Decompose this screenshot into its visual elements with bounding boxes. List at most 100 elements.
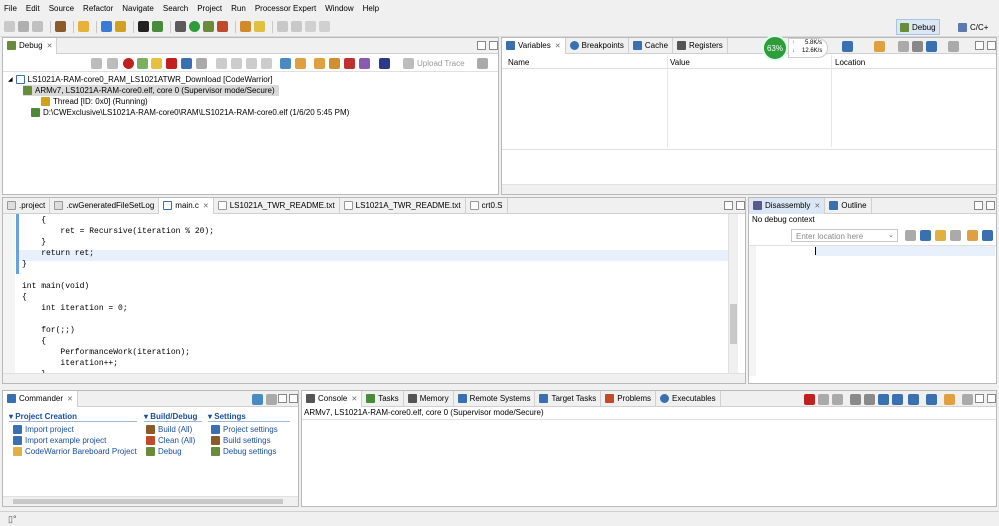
- view-menu-icon[interactable]: [962, 394, 973, 405]
- open-type-icon[interactable]: [240, 21, 251, 32]
- remove-all-icon[interactable]: [107, 58, 118, 69]
- remove-icon[interactable]: [91, 58, 102, 69]
- save-icon[interactable]: [18, 21, 29, 32]
- flash-icon[interactable]: [115, 21, 126, 32]
- tree-item-elf[interactable]: D:\CWExclusive\LS1021A-RAM-core0\RAM\LS1…: [31, 107, 349, 118]
- back-icon[interactable]: [305, 21, 316, 32]
- tree-item-launch[interactable]: ◢ LS1021A-RAM-core0_RAM_LS1021ATWR_Downl…: [8, 74, 273, 85]
- tab-crt0[interactable]: crt0.S: [466, 197, 508, 214]
- tab-executables[interactable]: Executables: [656, 390, 721, 407]
- location-input[interactable]: Enter location here ⌄: [791, 229, 898, 242]
- close-icon[interactable]: ✕: [47, 42, 53, 50]
- clear-console-icon[interactable]: [850, 394, 861, 405]
- menu-search[interactable]: Search: [163, 4, 188, 13]
- remove-all-icon[interactable]: [832, 394, 843, 405]
- step-into-icon[interactable]: [216, 58, 227, 69]
- menu-help[interactable]: Help: [363, 4, 379, 13]
- cc-perspective-button[interactable]: C/C+: [955, 19, 991, 35]
- gear-icon[interactable]: [175, 21, 186, 32]
- disconnect-icon[interactable]: [181, 58, 192, 69]
- column-value[interactable]: Value: [670, 58, 690, 67]
- view-menu-icon[interactable]: [477, 58, 488, 69]
- clean-all-link[interactable]: Clean (All): [146, 436, 195, 445]
- search-icon[interactable]: [254, 21, 265, 32]
- upload-trace-icon[interactable]: [403, 58, 414, 69]
- tab-registers[interactable]: Registers: [673, 37, 728, 54]
- tab-cache[interactable]: Cache: [629, 37, 674, 54]
- maximize-icon[interactable]: [736, 201, 745, 210]
- build-settings-link[interactable]: Build settings: [211, 436, 271, 445]
- debug-icon[interactable]: [203, 21, 214, 32]
- disassembly-content[interactable]: [749, 245, 996, 376]
- menu-project[interactable]: Project: [197, 4, 222, 13]
- minimize-icon[interactable]: [975, 394, 984, 403]
- profile-icon[interactable]: [217, 21, 228, 32]
- import-project-link[interactable]: Import project: [13, 425, 74, 434]
- view-menu-icon[interactable]: [948, 41, 959, 52]
- collapse-icon[interactable]: ◢: [8, 76, 13, 83]
- remove-all-icon[interactable]: [912, 41, 923, 52]
- tab-disassembly[interactable]: Disassembly ✕: [749, 197, 826, 214]
- menu-processor-expert[interactable]: Processor Expert: [255, 4, 316, 13]
- refresh-icon[interactable]: [905, 230, 916, 241]
- close-icon[interactable]: ✕: [67, 395, 73, 403]
- select-all-icon[interactable]: [926, 41, 937, 52]
- connect-icon[interactable]: [123, 58, 134, 69]
- tab-problems[interactable]: Problems: [601, 390, 657, 407]
- close-icon[interactable]: ✕: [351, 395, 357, 403]
- tab-debug[interactable]: Debug ✕: [3, 37, 58, 54]
- multicore-terminate-icon[interactable]: [359, 58, 370, 69]
- link-icon[interactable]: [935, 230, 946, 241]
- tab-remote-systems[interactable]: Remote Systems: [454, 390, 536, 407]
- menu-window[interactable]: Window: [325, 4, 353, 13]
- menu-refactor[interactable]: Refactor: [83, 4, 113, 13]
- section-build-debug[interactable]: ▾ Build/Debug: [144, 412, 197, 421]
- show-on-output-icon[interactable]: [892, 394, 903, 405]
- new-view-icon[interactable]: [967, 230, 978, 241]
- section-project-creation[interactable]: ▾ Project Creation: [9, 412, 77, 421]
- chevron-down-icon[interactable]: ⌄: [888, 231, 894, 239]
- minimize-icon[interactable]: [974, 201, 983, 210]
- column-location[interactable]: Location: [835, 58, 865, 67]
- tab-memory[interactable]: Memory: [404, 390, 454, 407]
- maximize-icon[interactable]: [987, 41, 996, 50]
- multicore-icon[interactable]: [314, 58, 325, 69]
- menu-edit[interactable]: Edit: [26, 4, 40, 13]
- horizontal-scrollbar[interactable]: [502, 184, 996, 194]
- tab-target-tasks[interactable]: Target Tasks: [535, 390, 602, 407]
- step-over-icon[interactable]: [231, 58, 242, 69]
- view-menu-icon[interactable]: [982, 230, 993, 241]
- tab-main-c[interactable]: main.c ✕: [159, 197, 214, 214]
- collapse-all-icon[interactable]: [842, 41, 853, 52]
- minimize-icon[interactable]: [724, 201, 733, 210]
- target-icon[interactable]: [152, 21, 163, 32]
- new-fast-view-icon[interactable]: ▯°: [8, 514, 17, 525]
- console-output[interactable]: [302, 420, 996, 506]
- home-icon[interactable]: [920, 230, 931, 241]
- tab-cwgenerated[interactable]: .cwGeneratedFileSetLog: [50, 197, 160, 214]
- code-area[interactable]: else { ret = Recursive(iteration % 20); …: [3, 213, 728, 373]
- remove-icon[interactable]: [898, 41, 909, 52]
- save-all-icon[interactable]: [32, 21, 43, 32]
- debug-config-icon[interactable]: [101, 21, 112, 32]
- tab-variables[interactable]: Variables ✕: [502, 37, 566, 54]
- scroll-thumb[interactable]: [730, 304, 737, 344]
- build-all-link[interactable]: Build (All): [146, 425, 192, 434]
- close-icon[interactable]: ✕: [203, 202, 209, 210]
- tab-readme-1[interactable]: LS1021A_TWR_README.txt: [214, 197, 340, 214]
- debug-perspective-button[interactable]: Debug: [896, 19, 940, 35]
- tab-commander[interactable]: Commander ✕: [3, 390, 78, 407]
- scroll-thumb[interactable]: [13, 499, 283, 504]
- tab-breakpoints[interactable]: Breakpoints: [566, 37, 629, 54]
- tab-outline[interactable]: Outline: [825, 197, 872, 214]
- forward-icon[interactable]: [319, 21, 330, 32]
- source-icon[interactable]: [950, 230, 961, 241]
- view-menu-icon[interactable]: [266, 394, 277, 405]
- menu-navigate[interactable]: Navigate: [122, 4, 154, 13]
- vertical-scrollbar[interactable]: [728, 214, 738, 373]
- maximize-icon[interactable]: [489, 41, 498, 50]
- terminal-icon[interactable]: [138, 21, 149, 32]
- tab-project[interactable]: .project: [3, 197, 51, 214]
- import-example-link[interactable]: Import example project: [13, 436, 106, 445]
- upload-trace-button[interactable]: Upload Trace: [417, 59, 465, 68]
